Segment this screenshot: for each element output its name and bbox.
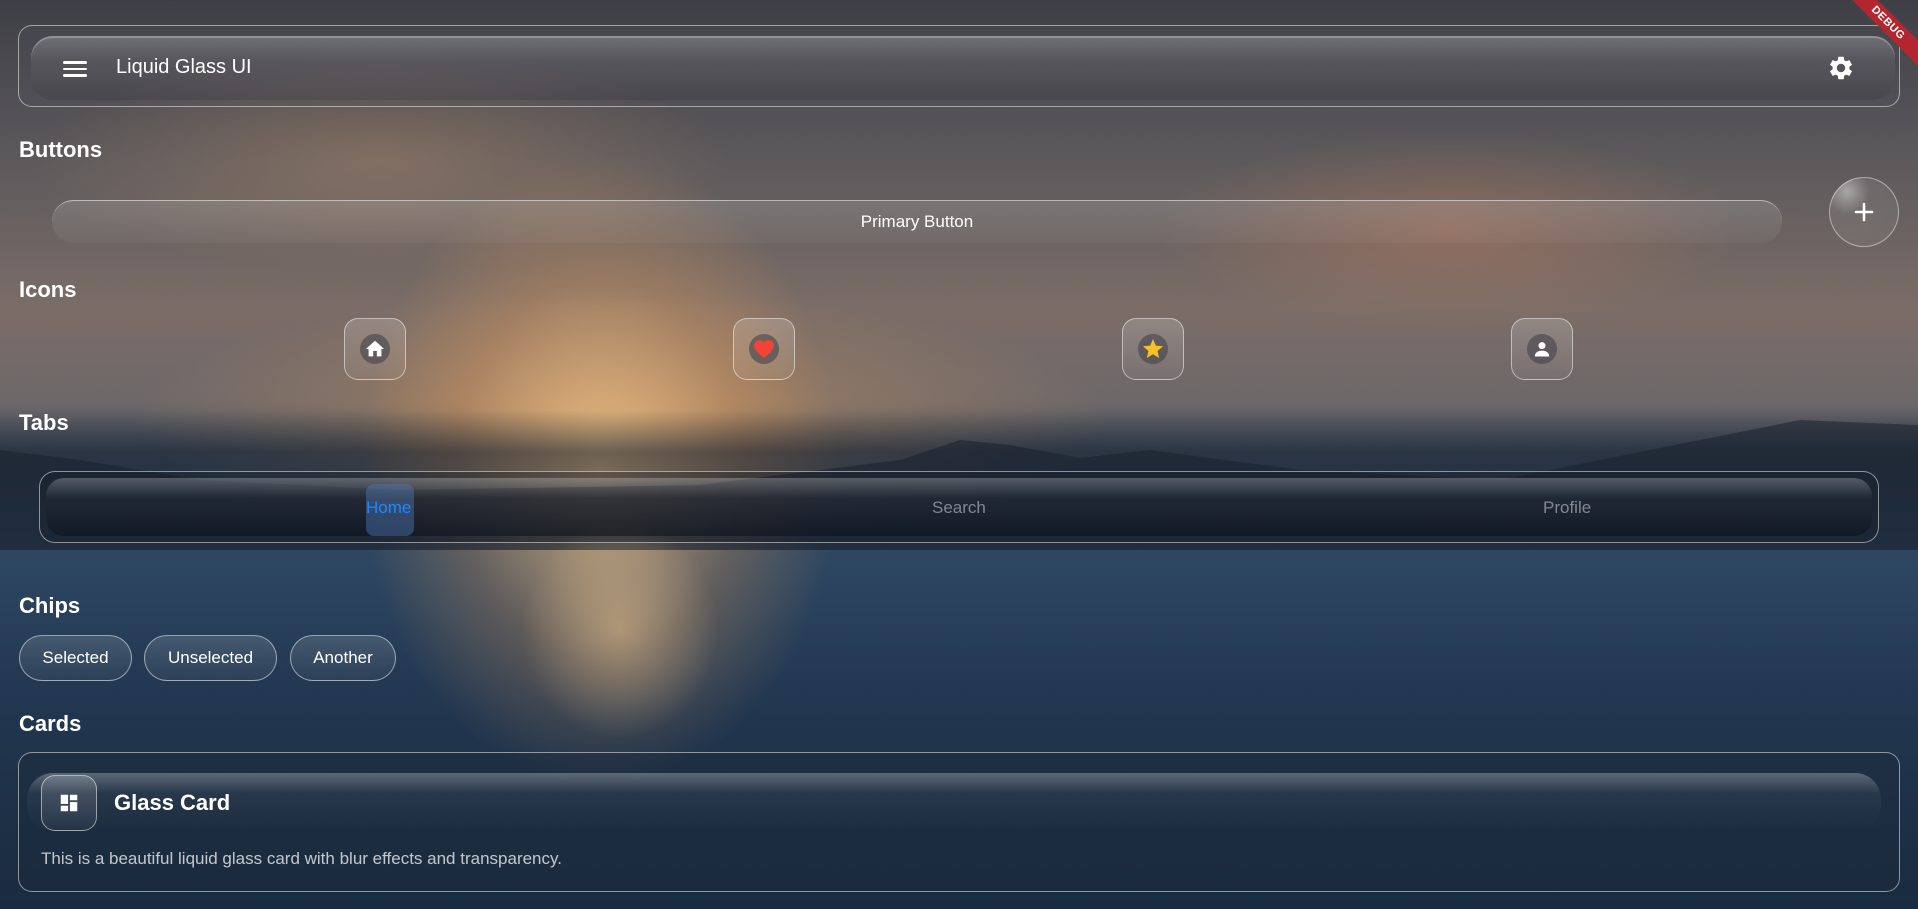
- section-title-tabs: Tabs: [19, 410, 69, 435]
- card-title: Glass Card: [114, 790, 231, 815]
- person-icon: [1534, 342, 1550, 357]
- dashboard-icon: [60, 794, 78, 812]
- app-title: Liquid Glass UI: [116, 56, 252, 78]
- profile-button[interactable]: [1511, 318, 1573, 380]
- app-bar-glass: Liquid Glass UI: [31, 36, 1895, 100]
- app-bar: Liquid Glass UI: [18, 25, 1900, 107]
- section-title-chips: Chips: [19, 593, 81, 618]
- section-title-cards: Cards: [19, 711, 82, 736]
- chip-another[interactable]: Another: [290, 635, 396, 681]
- chip-selected[interactable]: Selected: [19, 635, 132, 681]
- tab-bar-glass: Home Search Profile: [46, 478, 1872, 536]
- heart-icon: [754, 340, 774, 359]
- chip-unselected[interactable]: Unselected: [144, 635, 277, 681]
- gear-icon[interactable]: [1827, 54, 1855, 82]
- add-fab-button[interactable]: [1829, 177, 1899, 247]
- card-body: This is a beautiful liquid glass card wi…: [41, 849, 562, 868]
- tab-search[interactable]: Search: [932, 498, 986, 518]
- card-header-glass: [27, 773, 1881, 831]
- card-icon-button[interactable]: [41, 775, 97, 831]
- tab-profile[interactable]: Profile: [1543, 498, 1591, 518]
- tab-bar: Home Search Profile: [39, 471, 1879, 543]
- glass-card: Glass Card This is a beautiful liquid gl…: [18, 752, 1900, 892]
- menu-icon[interactable]: [63, 58, 87, 78]
- favorite-button[interactable]: [733, 318, 795, 380]
- home-icon: [365, 340, 385, 357]
- star-button[interactable]: [1122, 318, 1184, 380]
- tab-home[interactable]: Home: [366, 498, 411, 518]
- sun-reflection: [520, 520, 720, 740]
- section-title-icons: Icons: [19, 277, 77, 302]
- star-icon: [1143, 339, 1163, 358]
- plus-icon: [1854, 202, 1874, 222]
- section-title-buttons: Buttons: [19, 137, 103, 162]
- home-button[interactable]: [344, 318, 406, 380]
- primary-button[interactable]: Primary Button: [52, 200, 1782, 243]
